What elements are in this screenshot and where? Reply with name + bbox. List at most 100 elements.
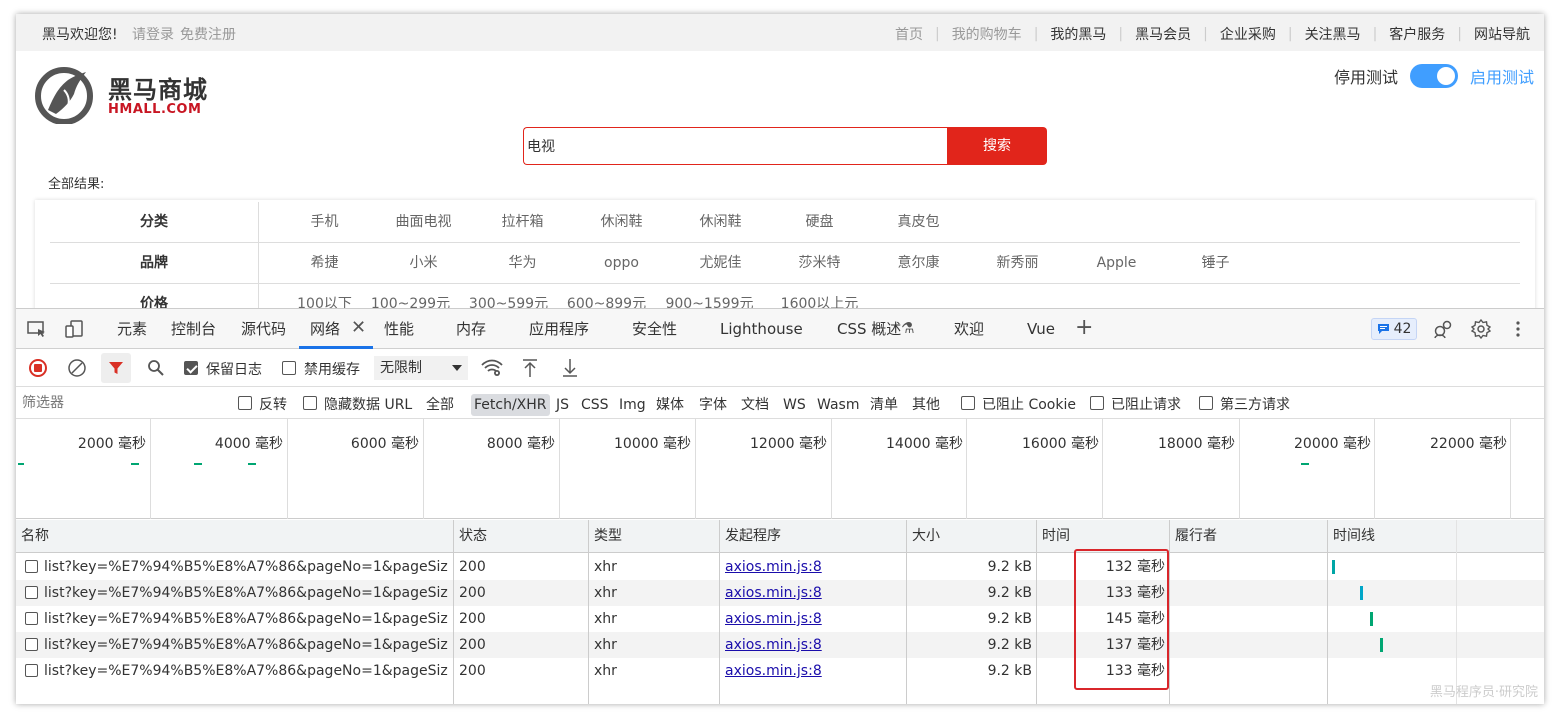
row-checkbox[interactable] [25, 560, 38, 573]
nav-follow[interactable]: 关注黑马 [1305, 24, 1361, 44]
column-divider[interactable] [453, 520, 454, 704]
register-link[interactable]: 免费注册 [180, 24, 236, 44]
blocked-requests-checkbox[interactable] [1090, 396, 1104, 410]
clear-icon[interactable] [66, 357, 88, 379]
close-tab-icon[interactable]: ✕ [351, 318, 366, 338]
filter-option[interactable]: oppo [572, 243, 671, 284]
request-initiator-link[interactable]: axios.min.js:8 [725, 554, 822, 580]
tab-security[interactable]: 安全性 [632, 309, 677, 349]
filter-funnel-icon[interactable] [101, 353, 131, 383]
settings-gear-icon[interactable] [1470, 318, 1492, 340]
nav-cart[interactable]: 我的购物车 [952, 24, 1022, 44]
hide-data-urls-checkbox[interactable] [303, 396, 317, 410]
search-icon[interactable] [145, 357, 167, 379]
inspect-element-icon[interactable] [26, 319, 48, 339]
tab-welcome[interactable]: 欢迎 [954, 309, 984, 349]
col-time[interactable]: 时间 [1037, 520, 1070, 553]
nav-enterprise[interactable]: 企业采购 [1220, 24, 1276, 44]
filter-option[interactable]: 小米 [374, 243, 473, 284]
col-waterfall[interactable]: 时间线 [1328, 520, 1375, 553]
timeline-overview[interactable]: 2000 毫秒 4000 毫秒 6000 毫秒 8000 毫秒 10000 毫秒… [16, 419, 1544, 519]
type-media[interactable]: 媒体 [656, 394, 684, 416]
filter-option[interactable]: 华为 [473, 243, 572, 284]
tab-css-overview[interactable]: CSS 概述 [837, 309, 901, 349]
type-js[interactable]: JS [556, 394, 569, 416]
type-ws[interactable]: WS [783, 394, 806, 416]
test-toggle-switch[interactable] [1409, 64, 1458, 88]
tab-application[interactable]: 应用程序 [529, 309, 589, 349]
type-wasm[interactable]: Wasm [817, 394, 859, 416]
throttle-select[interactable]: 无限制 [374, 356, 468, 380]
device-toolbar-icon[interactable] [64, 319, 86, 339]
column-divider[interactable] [1169, 520, 1170, 704]
filter-option[interactable]: 意尔康 [869, 243, 968, 284]
login-link[interactable]: 请登录 [132, 24, 174, 44]
tab-console[interactable]: 控制台 [171, 309, 216, 349]
add-tab-icon[interactable]: + [1075, 315, 1093, 341]
row-checkbox[interactable] [25, 664, 38, 677]
import-har-icon[interactable] [520, 357, 540, 379]
remote-devices-icon[interactable] [1432, 318, 1454, 340]
col-initiator[interactable]: 发起程序 [720, 520, 781, 553]
search-button[interactable]: 搜索 [947, 127, 1047, 165]
issues-badge[interactable]: 42 [1371, 318, 1417, 340]
nav-service[interactable]: 客户服务 [1389, 24, 1445, 44]
tab-vue[interactable]: Vue [1027, 309, 1055, 349]
export-har-icon[interactable] [560, 357, 580, 379]
type-all[interactable]: 全部 [426, 394, 454, 416]
type-css[interactable]: CSS [581, 394, 609, 416]
col-status[interactable]: 状态 [454, 520, 487, 553]
row-checkbox[interactable] [25, 612, 38, 625]
nav-sitemap[interactable]: 网站导航 [1474, 24, 1530, 44]
type-other[interactable]: 其他 [912, 394, 940, 416]
col-size[interactable]: 大小 [907, 520, 940, 553]
tab-network[interactable]: 网络 [310, 309, 340, 349]
filter-option[interactable]: 希捷 [275, 243, 374, 284]
table-row[interactable]: list?key=%E7%94%B5%E8%A7%86&pageNo=1&pag… [16, 606, 1544, 632]
tab-sources[interactable]: 源代码 [241, 309, 286, 349]
filter-option[interactable]: 拉杆箱 [473, 202, 572, 243]
filter-option[interactable]: 莎米特 [770, 243, 869, 284]
row-checkbox[interactable] [25, 586, 38, 599]
table-row[interactable]: list?key=%E7%94%B5%E8%A7%86&pageNo=1&pag… [16, 580, 1544, 606]
type-font[interactable]: 字体 [699, 394, 727, 416]
column-divider[interactable] [906, 520, 907, 704]
type-fetch-xhr[interactable]: Fetch/XHR [471, 394, 550, 416]
search-input[interactable] [524, 128, 947, 164]
filter-option[interactable]: 尤妮佳 [671, 243, 770, 284]
col-fulfilled-by[interactable]: 履行者 [1170, 520, 1217, 553]
nav-member[interactable]: 黑马会员 [1135, 24, 1191, 44]
nav-home[interactable]: 首页 [895, 24, 923, 44]
tab-performance[interactable]: 性能 [384, 309, 414, 349]
filter-option[interactable]: 手机 [275, 202, 374, 243]
tab-memory[interactable]: 内存 [456, 309, 486, 349]
request-initiator-link[interactable]: axios.min.js:8 [725, 606, 822, 632]
row-checkbox[interactable] [25, 638, 38, 651]
table-row[interactable]: list?key=%E7%94%B5%E8%A7%86&pageNo=1&pag… [16, 632, 1544, 658]
tab-lighthouse[interactable]: Lighthouse [720, 309, 803, 349]
filter-option[interactable]: 锤子 [1166, 243, 1265, 284]
disable-cache-checkbox[interactable] [282, 361, 296, 375]
tab-elements[interactable]: 元素 [117, 309, 147, 349]
table-row[interactable]: list?key=%E7%94%B5%E8%A7%86&pageNo=1&pag… [16, 658, 1544, 684]
site-logo[interactable]: 黑马商城 HMALL.COM [34, 66, 210, 124]
request-initiator-link[interactable]: axios.min.js:8 [725, 632, 822, 658]
nav-my-heima[interactable]: 我的黑马 [1050, 24, 1106, 44]
blocked-cookies-checkbox[interactable] [961, 396, 975, 410]
type-img[interactable]: Img [619, 394, 646, 416]
column-divider[interactable] [1327, 520, 1328, 704]
column-divider[interactable] [719, 520, 720, 704]
column-divider[interactable] [588, 520, 589, 704]
filter-option[interactable]: 休闲鞋 [572, 202, 671, 243]
filter-option[interactable]: 新秀丽 [968, 243, 1067, 284]
request-initiator-link[interactable]: axios.min.js:8 [725, 580, 822, 606]
col-type[interactable]: 类型 [589, 520, 622, 553]
record-stop-icon[interactable] [27, 357, 49, 379]
third-party-checkbox[interactable] [1199, 396, 1213, 410]
filter-option[interactable]: 真皮包 [869, 202, 968, 243]
invert-checkbox[interactable] [238, 396, 252, 410]
filter-input[interactable] [22, 393, 222, 413]
request-initiator-link[interactable]: axios.min.js:8 [725, 658, 822, 684]
network-conditions-icon[interactable] [480, 357, 504, 379]
type-doc[interactable]: 文档 [741, 394, 769, 416]
